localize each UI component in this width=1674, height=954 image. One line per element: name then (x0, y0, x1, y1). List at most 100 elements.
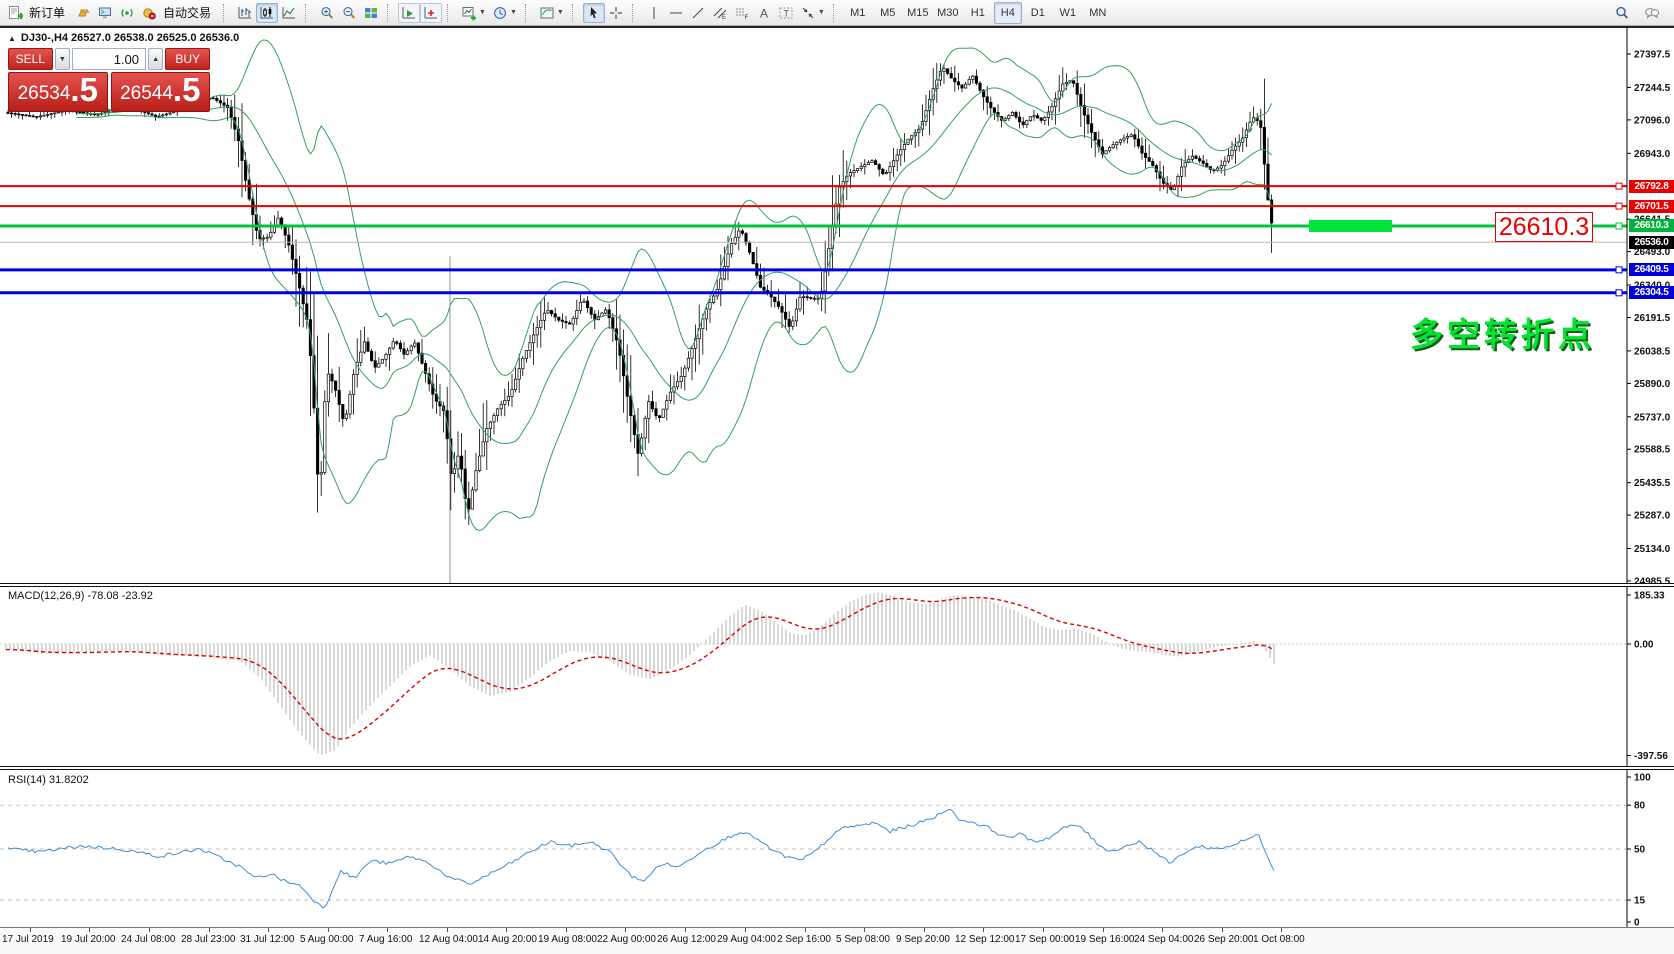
buy-price-main: 26544 (120, 83, 173, 105)
clock-icon (492, 5, 508, 21)
channel-letter: E (722, 15, 726, 21)
svg-text:26191.5: 26191.5 (1634, 313, 1671, 324)
bar-chart-button[interactable] (234, 3, 256, 23)
signals-button[interactable] (116, 3, 138, 23)
template-button[interactable]: ▼ (536, 3, 567, 23)
buy-price-panel[interactable]: 26544.5 (111, 72, 211, 112)
vertical-line-tool-button[interactable] (643, 3, 665, 23)
time-axis[interactable]: 17 Jul 201919 Jul 20:0024 Jul 08:0028 Ju… (0, 927, 1674, 954)
text-tool-button[interactable]: A (753, 3, 775, 23)
one-click-trading-panel: SELL ▼ ▲ BUY 26534.5 26544.5 (8, 48, 210, 112)
horizontal-line-icon (668, 5, 684, 21)
volume-increase-button[interactable]: ▲ (148, 48, 163, 70)
trendline-tool-button[interactable] (687, 3, 709, 23)
time-axis-tick (328, 928, 329, 932)
quote-header: ▲ DJ30-,H4 26527.0 26538.0 26525.0 26536… (8, 32, 239, 44)
tf-button-M1[interactable]: M1 (844, 2, 872, 24)
time-axis-tick (625, 928, 626, 932)
periods-button[interactable]: ▼ (489, 3, 520, 23)
svg-text:25435.5: 25435.5 (1634, 478, 1671, 489)
sell-price-main: 26534 (18, 83, 71, 105)
label-tool-button[interactable]: T (775, 3, 797, 23)
svg-text:25287.0: 25287.0 (1634, 511, 1671, 522)
tf-button-H4[interactable]: H4 (994, 2, 1022, 24)
search-icon[interactable] (1614, 5, 1630, 21)
tf-button-M5[interactable]: M5 (874, 2, 902, 24)
tf-button-MN[interactable]: MN (1084, 2, 1112, 24)
new-chart-button[interactable]: ▼ (458, 3, 489, 23)
zoom-in-button[interactable] (316, 3, 338, 23)
toolbar-separator (447, 4, 454, 22)
toolbar-separator (572, 4, 579, 22)
svg-text:27397.5: 27397.5 (1634, 50, 1671, 61)
crosshair-icon (608, 5, 624, 21)
autotrade-label[interactable]: 自动交易 (163, 4, 211, 21)
new-order-label[interactable]: 新订单 (29, 4, 65, 21)
crosshair-tool-button[interactable] (605, 3, 627, 23)
tf-button-H1[interactable]: H1 (964, 2, 992, 24)
rsi-panel[interactable]: 1008050150 (0, 770, 1674, 927)
chart-shift-icon (423, 5, 439, 21)
time-axis-tick (209, 928, 210, 932)
time-axis-tick (30, 928, 31, 932)
autotrade-button[interactable] (138, 3, 160, 23)
terminal-button[interactable] (94, 3, 116, 23)
zoom-out-icon (341, 5, 357, 21)
candlestick-chart-button[interactable] (256, 3, 278, 23)
channel-tool-button[interactable]: E (709, 3, 731, 23)
main-price-chart[interactable]: 27397.527244.527096.026943.026641.526493… (0, 28, 1674, 585)
turning-point-annotation[interactable]: 多空转折点 (1410, 308, 1595, 356)
time-axis-label: 19 Jul 20:00 (61, 934, 116, 945)
new-order-button[interactable] (4, 3, 26, 23)
panel-collapse-arrow-icon[interactable]: ▲ (8, 34, 16, 43)
tile-windows-button[interactable] (360, 3, 382, 23)
buy-button[interactable]: BUY (165, 48, 210, 70)
time-axis-tick (1281, 928, 1282, 932)
chat-icon[interactable] (1644, 5, 1660, 21)
volume-decrease-button[interactable]: ▼ (55, 48, 70, 70)
text-label-icon: T (778, 5, 794, 21)
zoom-out-button[interactable] (338, 3, 360, 23)
volume-input[interactable] (72, 48, 146, 70)
cursor-tool-button[interactable] (583, 3, 605, 23)
time-axis-tick (268, 928, 269, 932)
chart-shift-button[interactable] (420, 3, 442, 23)
tf-button-D1[interactable]: D1 (1024, 2, 1052, 24)
gold-symbol-button[interactable] (72, 3, 94, 23)
svg-text:0.00: 0.00 (1634, 640, 1654, 651)
horizontal-line-tool-button[interactable] (665, 3, 687, 23)
template-icon (539, 5, 555, 21)
time-axis-tick (1043, 928, 1044, 932)
time-axis-label: 29 Aug 04:00 (717, 934, 776, 945)
tile-windows-icon (363, 5, 379, 21)
fibonacci-tool-button[interactable]: F (731, 3, 753, 23)
dropdown-caret-icon: ▼ (557, 9, 564, 16)
time-axis-tick (1103, 928, 1104, 932)
sell-price-fraction: .5 (70, 71, 98, 109)
symbol-ohlc-text: DJ30-,H4 26527.0 26538.0 26525.0 26536.0 (21, 32, 239, 44)
toolbar-separator (525, 4, 532, 22)
price-callout-label[interactable]: 26610.3 (1495, 212, 1593, 242)
time-axis-label: 26 Sep 20:00 (1194, 934, 1254, 945)
auto-scroll-button[interactable] (398, 3, 420, 23)
zoom-in-icon (319, 5, 335, 21)
line-chart-button[interactable] (278, 3, 300, 23)
svg-text:27244.5: 27244.5 (1634, 83, 1671, 94)
time-axis-label: 17 Sep 00:00 (1015, 934, 1075, 945)
svg-text:25588.5: 25588.5 (1634, 445, 1671, 456)
sell-price-panel[interactable]: 26534.5 (8, 72, 108, 112)
tf-button-M15[interactable]: M15 (904, 2, 932, 24)
toolbar-separator (833, 4, 840, 22)
tf-button-M30[interactable]: M30 (934, 2, 962, 24)
terminal-icon (97, 5, 113, 21)
toolbar-separator (223, 4, 230, 22)
svg-text:27096.0: 27096.0 (1634, 115, 1671, 126)
time-axis-tick (924, 928, 925, 932)
dropdown-caret-icon: ▼ (818, 9, 825, 16)
time-axis-label: 1 Oct 08:00 (1253, 934, 1305, 945)
tf-button-W1[interactable]: W1 (1054, 2, 1082, 24)
toolbar-right-group (1614, 5, 1670, 21)
macd-panel[interactable]: 185.330.00-397.56 (0, 587, 1674, 768)
shapes-tool-button[interactable]: ▼ (797, 3, 828, 23)
sell-button[interactable]: SELL (8, 48, 53, 70)
